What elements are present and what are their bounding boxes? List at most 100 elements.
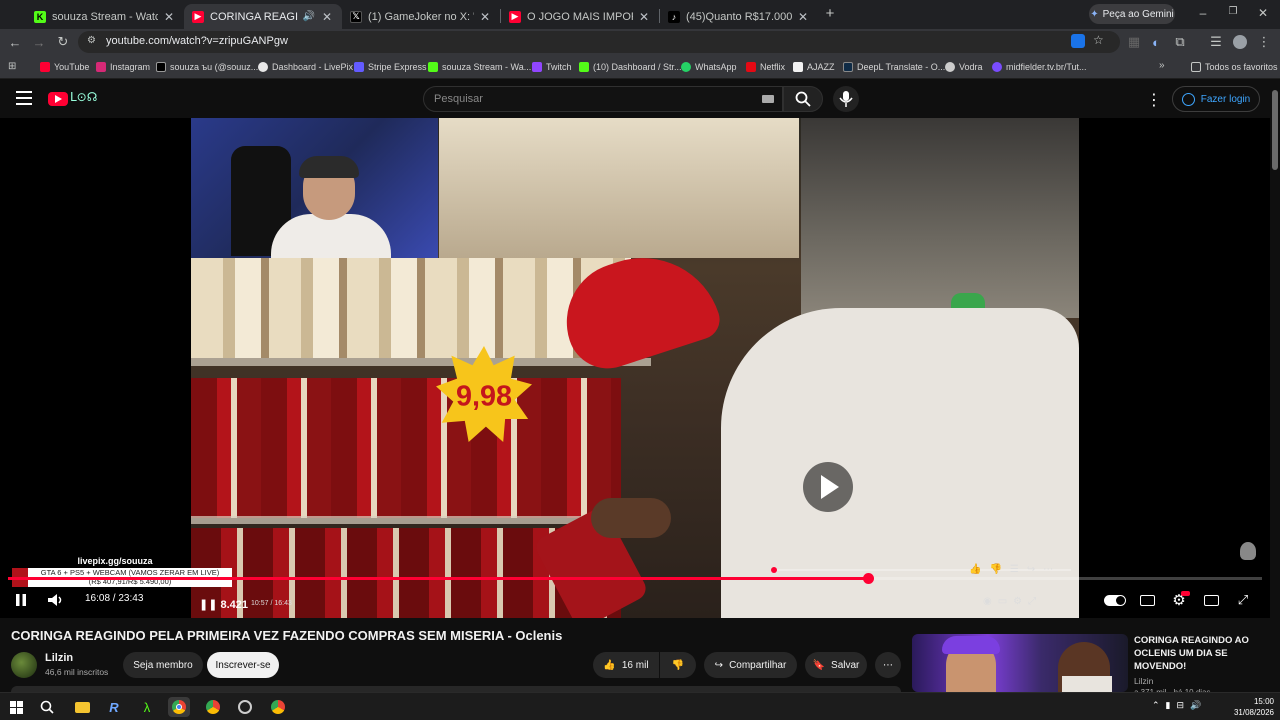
all-bookmarks-folder[interactable]: Todos os favoritos (1191, 60, 1278, 74)
reload-icon[interactable]: ↻ (54, 33, 72, 51)
minimize-window-button[interactable]: – (1196, 6, 1210, 20)
save-button[interactable]: 🔖 Salvar (805, 652, 867, 678)
profile-avatar-icon[interactable] (1231, 33, 1249, 51)
bookmark-kick[interactable]: souuza Stream - Wa... (428, 60, 531, 74)
pause-icon (16, 594, 26, 606)
tab-kick-stream[interactable]: K souuza Stream - Watch Live on ✕ (26, 4, 184, 29)
bookmark-ajazz[interactable]: AJAZZ (793, 60, 835, 74)
bookmark-twitch[interactable]: Twitch (532, 60, 572, 74)
back-arrow-icon[interactable]: ← (6, 33, 24, 51)
recommended-title[interactable]: CORINGA REAGINDO AO OCLENIS UM DIA SE MO… (1134, 634, 1264, 673)
play-button-overlay[interactable] (803, 462, 853, 512)
video-frame[interactable]: 9,98 ❚❚ 8.421 10:57 / 16:43 👍👎☰↪⋯ ◉▭⚙⤢ (191, 118, 1079, 618)
youtube-logo[interactable] (48, 92, 68, 106)
voice-search-button[interactable] (833, 86, 859, 112)
bookmark-youtube[interactable]: YouTube (40, 60, 89, 74)
tab-youtube-jogo[interactable]: ▶ O JOGO MAIS IMPORTANTE DA ✕ (501, 4, 659, 29)
join-button[interactable]: Seja membro (123, 652, 203, 678)
miniplayer-button[interactable] (1202, 591, 1220, 609)
bookmark-deepl[interactable]: DeepL Translate - O... (843, 60, 945, 74)
search-input[interactable]: Pesquisar (423, 86, 783, 112)
windows-start-icon[interactable] (5, 697, 27, 717)
search-button[interactable] (783, 86, 823, 112)
close-tab-icon[interactable]: ✕ (320, 10, 334, 24)
chrome-profile-icon[interactable] (202, 697, 224, 717)
video-player[interactable]: 9,98 ❚❚ 8.421 10:57 / 16:43 👍👎☰↪⋯ ◉▭⚙⤢ l… (0, 118, 1270, 618)
close-tab-icon[interactable]: ✕ (162, 10, 176, 24)
youtube-icon (40, 62, 50, 72)
kebab-menu-icon[interactable]: ⋮ (1255, 33, 1273, 51)
bookmark-midfielder[interactable]: midfielder.tv.br/Tut... (992, 60, 1087, 74)
subscriber-count: 46,6 mil inscritos (45, 667, 109, 677)
fullscreen-button[interactable]: ⤢ (1234, 591, 1252, 609)
channel-avatar[interactable] (11, 652, 37, 678)
tab-x-gamejoker[interactable]: 𝕏 (1) GameJoker no X: "GTA 6 will ✕ (342, 4, 500, 29)
close-window-button[interactable]: ✕ (1256, 6, 1270, 20)
subscribe-button[interactable]: Inscrever-se (207, 652, 279, 678)
channel-watermark-icon[interactable] (1240, 542, 1256, 560)
gemini-button[interactable]: ✦ Peça ao Gemini (1089, 4, 1175, 24)
chrome-secondary-icon[interactable] (267, 697, 289, 717)
video-progress-bar[interactable] (8, 573, 1262, 584)
volume-button[interactable] (46, 591, 66, 609)
page-scrollbar[interactable] (1272, 90, 1278, 170)
settings-kebab-icon[interactable]: ⋮ (1146, 90, 1162, 110)
bookmark-star-icon[interactable]: ☆ (1093, 33, 1104, 47)
extension-icon[interactable]: ▦ (1125, 33, 1143, 51)
progress-scrubber-knob[interactable] (862, 573, 874, 584)
file-explorer-icon[interactable] (71, 697, 93, 717)
tab-youtube-active[interactable]: ▶ CORINGA REAGINDO PELA 🔊 ✕ (184, 4, 342, 29)
recommended-thumbnail[interactable] (912, 634, 1128, 692)
bookmark-livepix[interactable]: Dashboard - LivePix (258, 60, 353, 74)
search-icon[interactable] (36, 697, 58, 717)
extensions-puzzle-icon[interactable]: ⧉ (1171, 33, 1189, 51)
new-tab-button[interactable]: + (822, 6, 838, 22)
close-tab-icon[interactable]: ✕ (637, 10, 651, 24)
chrome-icon[interactable] (168, 697, 190, 717)
more-bookmarks-chevron-icon[interactable]: » (1159, 60, 1165, 71)
close-tab-icon[interactable]: ✕ (796, 10, 810, 24)
autoplay-toggle[interactable] (1104, 591, 1126, 609)
address-bar[interactable]: ⚙ youtube.com/watch?v=zripuGANPgw ☆ (78, 31, 1120, 53)
tab-tiktok[interactable]: ♪ (45)Quanto R$17.000 dá nos EU ✕ (660, 4, 818, 29)
share-button[interactable]: ↪ Compartilhar (704, 652, 797, 678)
recommended-video[interactable]: CORINGA REAGINDO AO OCLENIS UM DIA SE MO… (912, 634, 1272, 694)
bookmark-kick-dashboard[interactable]: (10) Dashboard / Str... (579, 60, 682, 74)
speaker-icon[interactable]: 🔊 (302, 11, 316, 22)
ajazz-icon (793, 62, 803, 72)
doodle-logo-icon[interactable]: ᒪ⊙☊ (70, 90, 108, 106)
pause-button[interactable] (12, 591, 30, 609)
sign-in-button[interactable]: Fazer login (1172, 86, 1260, 112)
like-button[interactable]: 👍 16 mil (593, 652, 659, 678)
close-tab-icon[interactable]: ✕ (478, 10, 492, 24)
gemini-icon: ✦ (1090, 8, 1099, 20)
dislike-button[interactable]: 👎 (660, 652, 696, 678)
system-clock[interactable]: 15:00 31/08/2026 (1234, 696, 1274, 718)
app-circle-icon[interactable] (234, 697, 256, 717)
shelf-products-top (439, 118, 799, 258)
settings-button[interactable]: ⚙ (1170, 591, 1190, 609)
bookmark-instagram[interactable]: Instagram (96, 60, 150, 74)
hamburger-menu-icon[interactable] (16, 91, 32, 105)
system-tray-icons[interactable]: ⌃▮⊟🔊 (1152, 700, 1207, 711)
progress-played (8, 577, 868, 580)
channel-name[interactable]: Lilzin (45, 652, 73, 664)
bookmark-x-souuza[interactable]: souuza ъu (@souuz... (156, 60, 258, 74)
bookmark-whatsapp[interactable]: WhatsApp (681, 60, 737, 74)
bookmark-stripe[interactable]: Stripe Express (354, 60, 427, 74)
translate-icon[interactable] (1071, 34, 1085, 48)
more-actions-button[interactable]: ⋯ (875, 652, 901, 678)
keyboard-icon[interactable] (762, 95, 774, 103)
tab-search-icon[interactable]: ☰ (1207, 33, 1225, 51)
apps-grid-icon[interactable]: ⊞ (8, 61, 16, 72)
forward-arrow-icon[interactable]: → (30, 33, 48, 51)
app-r-icon[interactable]: R (103, 697, 125, 717)
bookmark-netflix[interactable]: Netflix (746, 60, 785, 74)
kick-icon (428, 62, 438, 72)
subtitles-button[interactable] (1138, 591, 1156, 609)
app-lambda-icon[interactable]: λ (136, 697, 158, 717)
restore-window-button[interactable]: ❐ (1226, 6, 1240, 17)
extension-icon[interactable]: ◐ (1147, 33, 1165, 51)
bookmark-vodra[interactable]: Vodra (945, 60, 983, 74)
site-info-icon[interactable]: ⚙ (87, 35, 96, 46)
